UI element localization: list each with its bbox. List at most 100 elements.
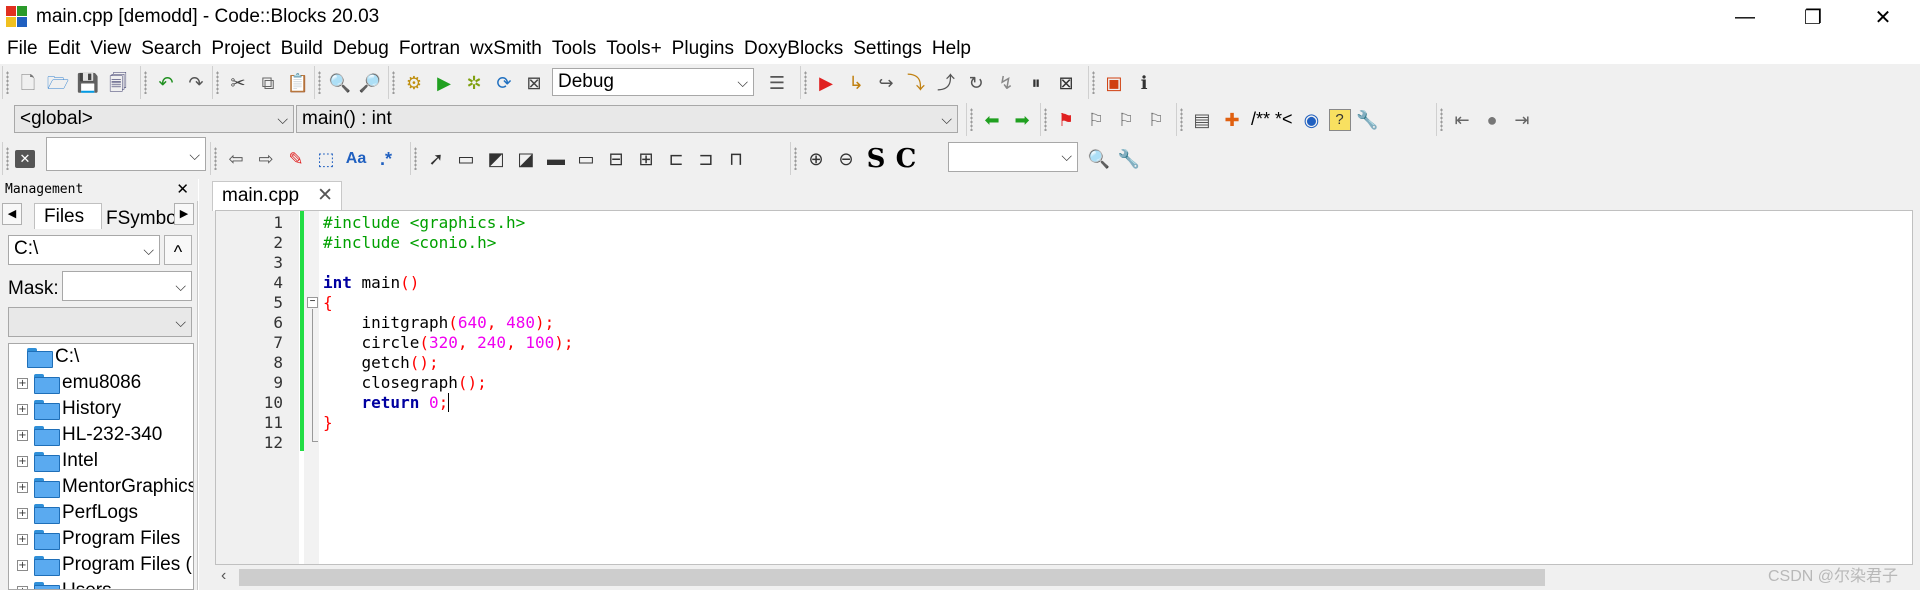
fold-collapse-icon[interactable]: − [307, 297, 318, 308]
thread-search-input[interactable]: ⌵ [948, 142, 1078, 172]
minimize-button[interactable]: — [1713, 0, 1777, 34]
menu-settings[interactable]: Settings [848, 34, 927, 64]
close-icon[interactable]: ✕ [176, 179, 189, 201]
clear-bookmarks-icon[interactable]: ⚐ [1143, 107, 1169, 133]
maximize-button[interactable]: ❐ [1781, 0, 1845, 34]
code-editor[interactable]: 1 2 3 4 5 6 7 8 9 10 11 12 − #include <g… [215, 210, 1913, 565]
horizontal-scrollbar[interactable]: ‹ [215, 565, 1913, 590]
extract-docs-icon[interactable]: ✚ [1219, 107, 1245, 133]
build-gear-icon[interactable]: ⚙ [401, 70, 427, 96]
tab-scroll-right-icon[interactable]: ▶ [174, 203, 194, 225]
menu-edit[interactable]: Edit [43, 34, 86, 64]
tree-item[interactable]: + Program Files ( [17, 552, 192, 578]
menu-search[interactable]: Search [136, 34, 206, 64]
info-icon[interactable]: ℹ [1131, 70, 1157, 96]
expand-icon[interactable]: + [17, 429, 28, 441]
build-and-run-icon[interactable]: ✲ [461, 70, 487, 96]
menu-view[interactable]: View [85, 34, 136, 64]
c-button-icon[interactable]: C [893, 146, 919, 172]
save-icon[interactable]: 💾 [75, 70, 101, 96]
record-dot-icon[interactable]: ● [1479, 107, 1505, 133]
grid-sizer-icon[interactable]: ◩ [483, 146, 509, 172]
highlight-icon[interactable]: ✎ [283, 146, 309, 172]
cut-icon[interactable]: ✂ [225, 70, 251, 96]
debug-windows-icon[interactable]: ▣ [1101, 70, 1127, 96]
doxy-config-icon[interactable]: 🔧 [1355, 107, 1381, 133]
doxy-comment-label[interactable]: /** *< [1251, 109, 1293, 130]
tree-item[interactable]: + MentorGraphics [17, 474, 193, 500]
expand-icon[interactable]: + [17, 481, 28, 493]
pointer-icon[interactable]: ➚ [423, 146, 449, 172]
copy-icon[interactable]: ⧉ [255, 70, 281, 96]
next-instruction-icon[interactable]: ↻ [963, 70, 989, 96]
open-file-icon[interactable]: 🗁 [45, 70, 71, 96]
search-next-icon[interactable]: ⇨ [253, 146, 279, 172]
menu-tools[interactable]: Tools [547, 34, 601, 64]
filter-select[interactable]: ⌵ [8, 307, 192, 337]
bookmark-flag-icon[interactable]: ⚑ [1053, 107, 1079, 133]
static-box-icon[interactable]: ◪ [513, 146, 539, 172]
tree-item[interactable]: + emu8086 [17, 370, 141, 396]
replace-icon[interactable]: 🔎 [357, 70, 383, 96]
next-line-icon[interactable]: ↪ [873, 70, 899, 96]
menu-tools-plus[interactable]: Tools+ [601, 34, 666, 64]
menu-project[interactable]: Project [206, 34, 275, 64]
debug-run-icon[interactable]: ▶ [813, 70, 839, 96]
help-chm-icon[interactable]: ? [1328, 108, 1351, 131]
tree-item[interactable]: + HL-232-340 [17, 422, 162, 448]
step-forward-icon[interactable]: ⇥ [1509, 107, 1535, 133]
dialog-icon[interactable]: ⊟ [603, 146, 629, 172]
build-target-select[interactable]: Debug ⌵ [552, 68, 754, 96]
thread-search-icon[interactable]: 🔍 [1086, 146, 1112, 172]
expand-icon[interactable]: + [17, 377, 28, 389]
thread-search-options-icon[interactable]: 🔧 [1116, 146, 1142, 172]
pause-icon[interactable]: ⏸ [1023, 70, 1049, 96]
doxywizard-icon[interactable]: ▤ [1189, 107, 1215, 133]
build-options-icon[interactable]: ☰ [764, 70, 790, 96]
tree-item-root[interactable]: C:\ [27, 344, 79, 370]
up-directory-button[interactable]: ^ [164, 235, 192, 265]
expand-icon[interactable]: + [17, 533, 28, 545]
mask-input[interactable]: ⌵ [62, 271, 192, 301]
scope-select[interactable]: <global> ⌵ [14, 105, 294, 133]
find-icon[interactable]: 🔍 [327, 70, 353, 96]
run-icon[interactable]: ▶ [431, 70, 457, 96]
box-sizer-icon[interactable]: ▭ [453, 146, 479, 172]
back-arrow-icon[interactable]: ⬅ [979, 107, 1005, 133]
zoom-in-icon[interactable]: ⊕ [803, 146, 829, 172]
step-out-icon[interactable]: ⤴ [933, 70, 959, 96]
expand-icon[interactable]: + [17, 403, 28, 415]
panel-icon[interactable]: ▬ [543, 146, 569, 172]
tree-item[interactable]: + Program Files [17, 526, 180, 552]
left-align-icon[interactable]: ⊏ [663, 146, 689, 172]
tab-main-cpp[interactable]: main.cpp ✕ [212, 181, 342, 211]
expand-icon[interactable]: + [17, 507, 28, 519]
path-select[interactable]: C:\ ⌵ [8, 235, 160, 265]
expand-icon[interactable]: ⊓ [723, 146, 749, 172]
tab-fsymbols[interactable]: FSymbo [100, 206, 180, 232]
menu-fortran[interactable]: Fortran [394, 34, 465, 64]
frame-icon[interactable]: ⊞ [633, 146, 659, 172]
menu-file[interactable]: File [2, 34, 43, 64]
search-prev-icon[interactable]: ⇦ [223, 146, 249, 172]
tree-item[interactable]: + Intel [17, 448, 98, 474]
clear-search-icon[interactable]: ✕ [15, 149, 35, 168]
undo-icon[interactable]: ↶ [153, 70, 179, 96]
incremental-search-input[interactable]: ⌵ [46, 137, 206, 171]
spacer-icon[interactable]: ▭ [573, 146, 599, 172]
run-html-icon[interactable]: ◉ [1299, 107, 1325, 133]
save-all-icon[interactable]: 🗐 [105, 70, 131, 96]
forward-arrow-icon[interactable]: ➡ [1009, 107, 1035, 133]
tree-item[interactable]: + PerfLogs [17, 500, 138, 526]
redo-icon[interactable]: ↷ [183, 70, 209, 96]
s-button-icon[interactable]: S [863, 146, 889, 172]
paste-icon[interactable]: 📋 [285, 70, 311, 96]
function-select[interactable]: main() : int ⌵ [296, 105, 958, 133]
close-tab-icon[interactable]: ✕ [317, 182, 333, 210]
menu-build[interactable]: Build [276, 34, 328, 64]
expand-icon[interactable]: + [17, 585, 28, 589]
step-back-icon[interactable]: ⇤ [1449, 107, 1475, 133]
tree-item[interactable]: + History [17, 396, 121, 422]
zoom-out-icon[interactable]: ⊖ [833, 146, 859, 172]
run-to-cursor-icon[interactable]: ↳ [843, 70, 869, 96]
